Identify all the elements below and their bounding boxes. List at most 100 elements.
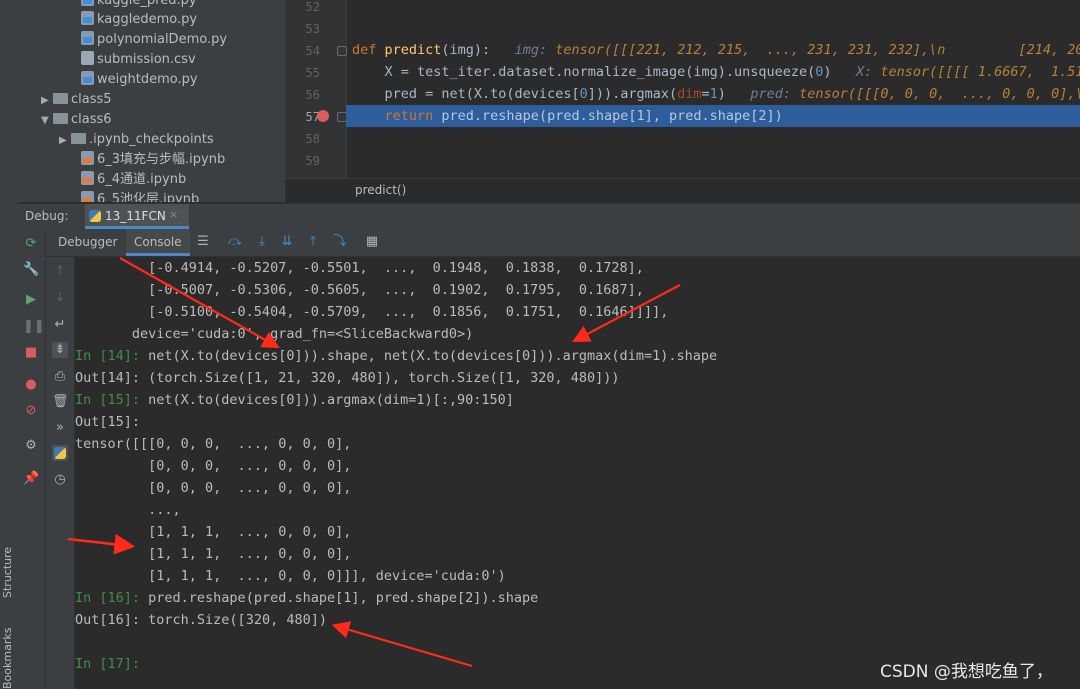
debug-main-toolbar: ⟳ 🔧 ▶ ❚❚ ■ ● ⊘ ⚙ 📌: [17, 229, 46, 689]
debug-session-tab[interactable]: 13_11FCN ×: [85, 204, 189, 229]
console-line: [-0.5100, -0.5404, -0.5709, ..., 0.1856,…: [75, 301, 668, 323]
tab-debugger[interactable]: Debugger: [50, 229, 125, 256]
breadcrumb: predict(): [286, 178, 1080, 203]
tree-item-label: .ipynb_checkpoints: [89, 132, 214, 147]
code-text: (img):: [441, 42, 491, 58]
scroll-to-end-icon[interactable]: ⇟: [52, 342, 68, 358]
tab-console[interactable]: Console: [126, 229, 190, 256]
fold-icon[interactable]: [337, 46, 347, 56]
debug-label: Debug:: [25, 209, 69, 223]
code-text: pred.reshape(pred.shape[1], pred.shape[2…: [441, 108, 783, 124]
editor-gutter[interactable]: 52 53 54 55 56 57 58 59: [286, 0, 347, 178]
console-line: [1, 1, 1, ..., 0, 0, 0],: [75, 543, 351, 565]
arrow-down-icon[interactable]: ↓: [52, 290, 68, 306]
python-file-icon: [81, 71, 94, 85]
debug-tool-window-header: Debug: 13_11FCN ×: [17, 203, 1080, 230]
structure-tab[interactable]: Structure: [1, 547, 14, 598]
tree-folder-class6[interactable]: ▼ class6: [41, 110, 112, 130]
console-text: [-0.4914, -0.5207, -0.5501, ..., 0.1948,…: [75, 260, 644, 276]
console-prompt: Out[15]:: [75, 414, 149, 430]
close-icon[interactable]: ×: [169, 208, 178, 221]
bookmarks-tab[interactable]: Bookmarks: [1, 628, 14, 689]
wrench-icon[interactable]: 🔧: [23, 262, 39, 278]
tree-item-label: 6_5池化层.ipynb: [97, 192, 200, 202]
print-icon[interactable]: ⎙: [52, 369, 68, 385]
folder-icon: [53, 113, 68, 124]
menu-icon[interactable]: ☰: [195, 234, 211, 250]
console-line: device='cuda:0', grad_fn=<SliceBackward0…: [75, 323, 473, 345]
number: 1: [709, 86, 718, 102]
tree-folder-checkpoints[interactable]: ▶ .ipynb_checkpoints: [59, 130, 214, 150]
arrow-up-icon[interactable]: ↑: [52, 264, 68, 280]
mute-breakpoints-icon[interactable]: ⊘: [23, 403, 39, 419]
notebook-file-icon: [81, 191, 94, 202]
number: 0: [579, 86, 588, 102]
breakpoint-icon[interactable]: [317, 110, 329, 122]
console-line: Out[15]:: [75, 411, 148, 433]
console-prompt: Out[14]:: [75, 370, 149, 386]
console-text: net(X.to(devices[0])).shape, net(X.to(de…: [148, 348, 718, 364]
run-to-cursor-icon[interactable]: ⤵: [332, 234, 348, 250]
chevron-down-icon[interactable]: ▼: [41, 111, 53, 131]
tree-item[interactable]: 6_5池化层.ipynb: [81, 190, 199, 202]
console-text: torch.Size([320, 480]): [148, 612, 327, 628]
code-line-56[interactable]: pred = net(X.to(devices[0])).argmax(dim=…: [352, 83, 1080, 105]
console-input-line[interactable]: In [17]:: [75, 653, 148, 675]
stop-icon[interactable]: ■: [23, 345, 39, 361]
code-line-57[interactable]: return pred.reshape(pred.shape[1], pred.…: [352, 105, 783, 127]
notebook-file-icon: [81, 171, 94, 185]
rerun-icon[interactable]: ⟳: [23, 236, 39, 252]
tree-item[interactable]: submission.csv: [81, 50, 196, 70]
python-console-icon[interactable]: [52, 445, 68, 461]
console-text: [0, 0, 0, ..., 0, 0, 0],: [75, 458, 352, 474]
folder-icon: [53, 93, 68, 104]
hint-value: tensor([[[221, 212, 215, ..., 231, 231, …: [555, 42, 1080, 58]
tree-item[interactable]: 6_3填充与步幅.ipynb: [81, 150, 225, 170]
code-text: ): [717, 86, 726, 102]
tree-item-label: class6: [71, 112, 112, 127]
code-editor[interactable]: 52 53 54 55 56 57 58 59 def predict(img)…: [286, 0, 1080, 178]
console-text: [-0.5007, -0.5306, -0.5605, ..., 0.1902,…: [75, 282, 644, 298]
code-line-54[interactable]: def predict(img): img: tensor([[[221, 21…: [352, 39, 1080, 61]
table-icon[interactable]: ▦: [364, 234, 380, 250]
function-name: predict: [384, 42, 442, 58]
console-line: [0, 0, 0, ..., 0, 0, 0],: [75, 477, 351, 499]
trash-icon[interactable]: 🗑: [52, 394, 69, 410]
step-into-icon[interactable]: ⇊: [279, 234, 295, 250]
code-text: pred = net(X.to(devices[: [352, 86, 580, 102]
pause-icon[interactable]: ❚❚: [23, 319, 45, 335]
tree-folder-class5[interactable]: ▶ class5: [41, 90, 112, 110]
console-text: net(X.to(devices[0])).argmax(dim=1)[:,90…: [148, 392, 514, 408]
step-over-icon[interactable]: ⤓: [254, 234, 270, 250]
inline-debug-value: img: tensor([[[221, 212, 215, ..., 231, …: [515, 42, 1080, 58]
tree-item[interactable]: polynomialDemo.py: [81, 30, 227, 50]
console-prompt: In [16]:: [75, 590, 149, 606]
breadcrumb-item[interactable]: predict(): [355, 183, 406, 197]
tree-item[interactable]: kaggledemo.py: [81, 10, 197, 30]
project-tree: kaggle_pred.py kaggledemo.py polynomialD…: [17, 0, 286, 202]
step-out-icon[interactable]: ⤒: [305, 234, 321, 250]
soft-wrap-icon[interactable]: ↵: [52, 317, 68, 333]
code-line-55[interactable]: X = test_iter.dataset.normalize_image(im…: [352, 61, 1080, 83]
watermark-text: CSDN @我想吃鱼了，: [880, 662, 1053, 682]
line-number: 55: [305, 66, 320, 80]
code-text: ): [823, 64, 832, 80]
execute-icon[interactable]: »: [52, 420, 68, 436]
resume-icon[interactable]: ▶: [23, 292, 39, 308]
csv-file-icon: [81, 51, 94, 65]
history-icon[interactable]: ◷: [52, 472, 68, 488]
line-number: 58: [305, 132, 320, 146]
console-text: device='cuda:0', grad_fn=<SliceBackward0…: [75, 326, 474, 342]
tree-item[interactable]: 6_4通道.ipynb: [81, 170, 186, 190]
pin-icon[interactable]: 📌: [23, 471, 39, 487]
line-number: 56: [305, 88, 320, 102]
tree-item-label: kaggledemo.py: [97, 12, 198, 27]
chevron-right-icon[interactable]: ▶: [59, 131, 71, 151]
view-breakpoints-icon[interactable]: ●: [23, 377, 39, 393]
console-line: In [16]: pred.reshape(pred.shape[1], pre…: [75, 587, 538, 609]
console-output[interactable]: [-0.4914, -0.5207, -0.5501, ..., 0.1948,…: [75, 257, 1080, 689]
show-execution-point-icon[interactable]: ⤼: [227, 234, 243, 250]
chevron-right-icon[interactable]: ▶: [41, 91, 53, 111]
tree-item[interactable]: weightdemo.py: [81, 70, 198, 90]
settings-icon[interactable]: ⚙: [23, 438, 39, 454]
